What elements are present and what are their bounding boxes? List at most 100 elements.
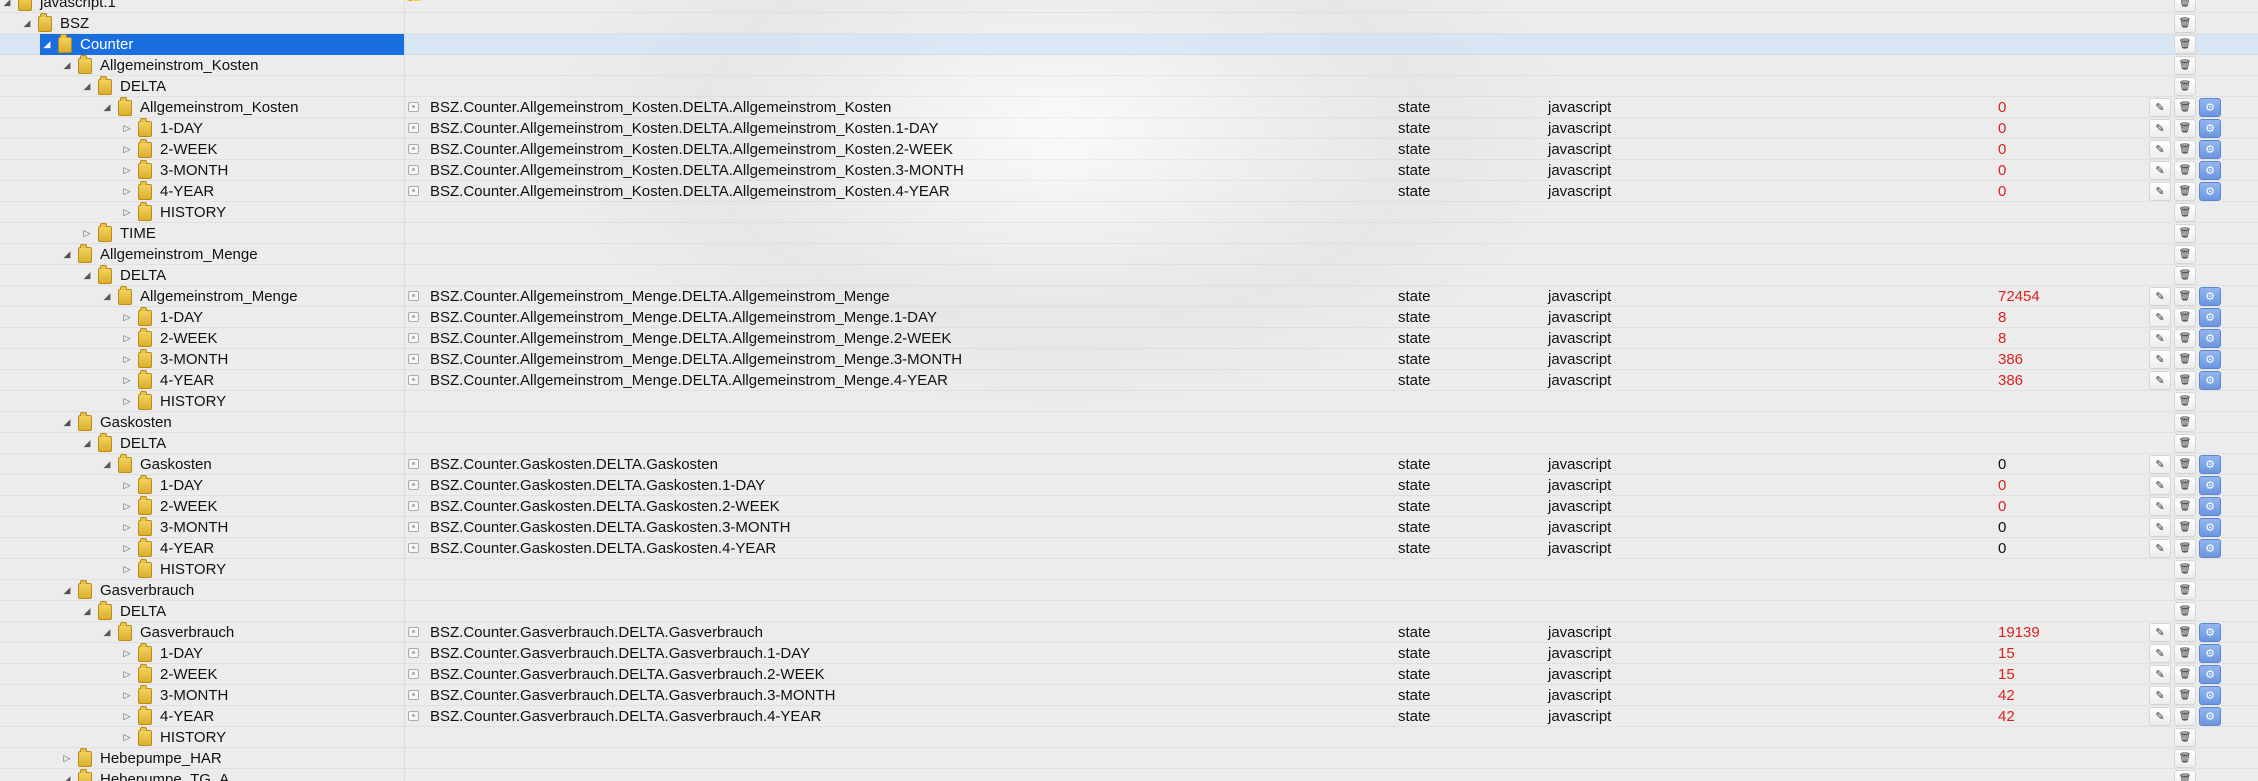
config-button[interactable]: ⚙ — [2199, 455, 2221, 474]
expand-closed-icon[interactable]: ▷ — [120, 118, 134, 139]
config-button[interactable]: ⚙ — [2199, 119, 2221, 138]
tree-row[interactable]: ▷ 4-YEAR BSZ.Counter.Gasverbrauch.DELTA.Ga… — [0, 705, 2258, 727]
tree-node[interactable]: ▷ 4-YEAR — [120, 537, 214, 559]
object-value[interactable]: 42 — [1998, 685, 2015, 706]
expand-closed-icon[interactable]: ▷ — [120, 706, 134, 727]
edit-button[interactable]: ✎ — [2149, 350, 2171, 369]
tree-node[interactable]: ◢ DELTA — [80, 432, 166, 454]
tree-row[interactable]: ◢ javascript.1 JS 🗑 — [0, 0, 2258, 13]
edit-button[interactable]: ✎ — [2149, 623, 2171, 642]
delete-button[interactable]: 🗑 — [2174, 707, 2196, 726]
delete-button[interactable]: 🗑 — [2174, 581, 2196, 600]
object-value[interactable]: 8 — [1998, 307, 2006, 328]
tree-node[interactable]: ▷ 3-MONTH — [120, 516, 228, 538]
object-value[interactable]: 42 — [1998, 706, 2015, 727]
tree-row[interactable]: ▷ 2-WEEK BSZ.Counter.Allgemeinstrom_Menge.… — [0, 327, 2258, 349]
tree-row[interactable]: ◢ Allgemeinstrom_Kosten BSZ.Counter.Allgem… — [0, 96, 2258, 118]
tree-row[interactable]: ◢ DELTA 🗑 — [0, 600, 2258, 622]
tree-row[interactable]: ▷ 4-YEAR BSZ.Counter.Allgemeinstrom_Kosten… — [0, 180, 2258, 202]
expand-closed-icon[interactable]: ▷ — [120, 517, 134, 538]
tree-row[interactable]: ▷ 3-MONTH BSZ.Counter.Allgemeinstrom_Menge… — [0, 348, 2258, 370]
tree-row[interactable]: ▷ TIME 🗑 — [0, 222, 2258, 244]
tree-row[interactable]: ▷ HISTORY 🗑 — [0, 390, 2258, 412]
config-button[interactable]: ⚙ — [2199, 371, 2221, 390]
tree-node[interactable]: ▷ 1-DAY — [120, 642, 203, 664]
expand-closed-icon[interactable]: ▷ — [120, 328, 134, 349]
expand-closed-icon[interactable]: ▷ — [120, 307, 134, 328]
expand-open-icon[interactable]: ◢ — [100, 286, 114, 307]
tree-node[interactable]: ▷ 2-WEEK — [120, 138, 218, 160]
tree-node[interactable]: ▷ 2-WEEK — [120, 663, 218, 685]
tree-row[interactable]: ▷ Hebepumpe_HAR 🗑 — [0, 747, 2258, 769]
tree-node[interactable]: ◢ Gasverbrauch — [100, 621, 234, 643]
tree-row[interactable]: ◢ DELTA 🗑 — [0, 264, 2258, 286]
edit-button[interactable]: ✎ — [2149, 539, 2171, 558]
expand-open-icon[interactable]: ◢ — [20, 13, 34, 34]
delete-button[interactable]: 🗑 — [2174, 56, 2196, 75]
tree-node[interactable]: ◢ Allgemeinstrom_Menge — [60, 243, 258, 265]
delete-button[interactable]: 🗑 — [2174, 518, 2196, 537]
delete-button[interactable]: 🗑 — [2174, 434, 2196, 453]
object-value[interactable]: 0 — [1998, 118, 2006, 139]
config-button[interactable]: ⚙ — [2199, 518, 2221, 537]
object-value[interactable]: 72454 — [1998, 286, 2040, 307]
delete-button[interactable]: 🗑 — [2174, 392, 2196, 411]
delete-button[interactable]: 🗑 — [2174, 728, 2196, 747]
tree-node[interactable]: ◢ Gaskosten — [100, 453, 212, 475]
expand-closed-icon[interactable]: ▷ — [120, 391, 134, 412]
expand-closed-icon[interactable]: ▷ — [120, 538, 134, 559]
config-button[interactable]: ⚙ — [2199, 686, 2221, 705]
tree-row[interactable]: ◢ Counter 🗑 — [0, 33, 2258, 55]
delete-button[interactable]: 🗑 — [2174, 350, 2196, 369]
edit-button[interactable]: ✎ — [2149, 287, 2171, 306]
expand-closed-icon[interactable]: ▷ — [120, 475, 134, 496]
delete-button[interactable]: 🗑 — [2174, 287, 2196, 306]
tree-row[interactable]: ◢ DELTA 🗑 — [0, 432, 2258, 454]
edit-button[interactable]: ✎ — [2149, 455, 2171, 474]
config-button[interactable]: ⚙ — [2199, 98, 2221, 117]
tree-node[interactable]: ◢ BSZ — [20, 12, 89, 34]
tree-node[interactable]: ▷ 2-WEEK — [120, 327, 218, 349]
object-value[interactable]: 386 — [1998, 370, 2023, 391]
delete-button[interactable]: 🗑 — [2174, 476, 2196, 495]
tree-row[interactable]: ▷ 2-WEEK BSZ.Counter.Allgemeinstrom_Kosten… — [0, 138, 2258, 160]
expand-closed-icon[interactable]: ▷ — [80, 223, 94, 244]
object-value[interactable]: 15 — [1998, 643, 2015, 664]
config-button[interactable]: ⚙ — [2199, 707, 2221, 726]
delete-button[interactable]: 🗑 — [2174, 455, 2196, 474]
delete-button[interactable]: 🗑 — [2174, 560, 2196, 579]
tree-node[interactable]: ▷ TIME — [80, 222, 156, 244]
expand-closed-icon[interactable]: ▷ — [120, 349, 134, 370]
object-value[interactable]: 0 — [1998, 139, 2006, 160]
expand-closed-icon[interactable]: ▷ — [120, 643, 134, 664]
tree-row[interactable]: ▷ 1-DAY BSZ.Counter.Gasverbrauch.DELTA.Gas… — [0, 642, 2258, 664]
edit-button[interactable]: ✎ — [2149, 644, 2171, 663]
expand-closed-icon[interactable]: ▷ — [120, 685, 134, 706]
tree-node[interactable]: ▷ HISTORY — [120, 201, 226, 223]
object-value[interactable]: 386 — [1998, 349, 2023, 370]
tree-node[interactable]: ▷ 2-WEEK — [120, 495, 218, 517]
object-value[interactable]: 0 — [1998, 517, 2006, 538]
expand-closed-icon[interactable]: ▷ — [120, 664, 134, 685]
delete-button[interactable]: 🗑 — [2174, 602, 2196, 621]
expand-open-icon[interactable]: ◢ — [60, 244, 74, 265]
tree-node[interactable]: ◢ Allgemeinstrom_Kosten — [60, 54, 258, 76]
tree-node[interactable]: ▷ 4-YEAR — [120, 705, 214, 727]
config-button[interactable]: ⚙ — [2199, 497, 2221, 516]
delete-button[interactable]: 🗑 — [2174, 770, 2196, 781]
delete-button[interactable]: 🗑 — [2174, 623, 2196, 642]
delete-button[interactable]: 🗑 — [2174, 35, 2196, 54]
edit-button[interactable]: ✎ — [2149, 308, 2171, 327]
tree-node[interactable]: ◢ Hebepumpe_TG_A — [60, 768, 229, 781]
object-value[interactable]: 0 — [1998, 496, 2006, 517]
tree-node[interactable]: ▷ 1-DAY — [120, 306, 203, 328]
config-button[interactable]: ⚙ — [2199, 644, 2221, 663]
edit-button[interactable]: ✎ — [2149, 518, 2171, 537]
delete-button[interactable]: 🗑 — [2174, 161, 2196, 180]
tree-node[interactable]: ▷ HISTORY — [120, 390, 226, 412]
tree-row[interactable]: ◢ Allgemeinstrom_Menge BSZ.Counter.Allgeme… — [0, 285, 2258, 307]
tree-row[interactable]: ◢ Hebepumpe_TG_A 🗑 — [0, 768, 2258, 781]
tree-node-selected[interactable]: ◢ Counter — [40, 33, 404, 55]
expand-open-icon[interactable]: ◢ — [60, 55, 74, 76]
tree-row[interactable]: ▷ 4-YEAR BSZ.Counter.Gaskosten.DELTA.Gasko… — [0, 537, 2258, 559]
